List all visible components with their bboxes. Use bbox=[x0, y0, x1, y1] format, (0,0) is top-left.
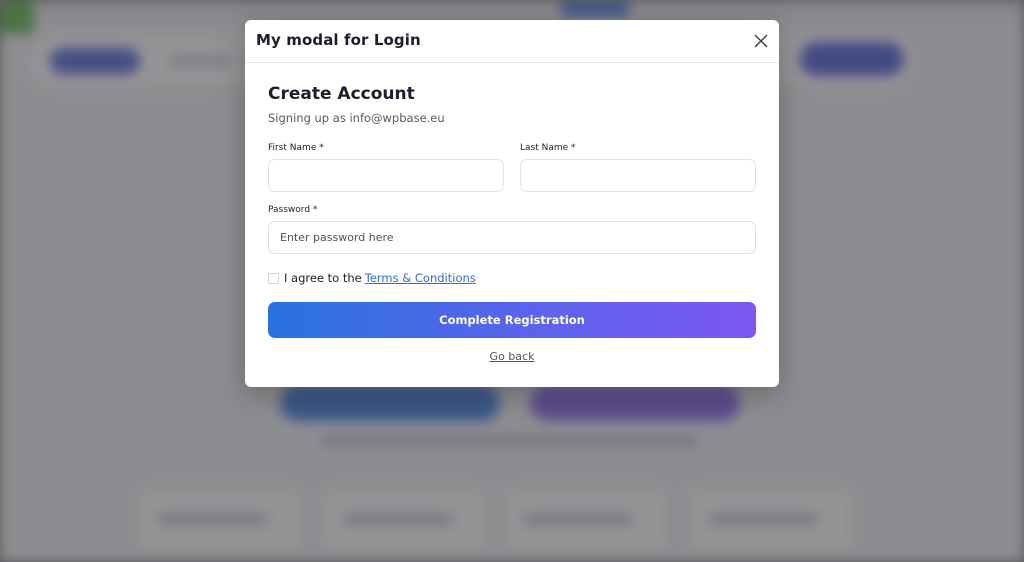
last-name-field: Last Name * bbox=[520, 142, 756, 192]
password-field: Password * bbox=[268, 204, 756, 254]
password-label: Password * bbox=[268, 205, 318, 215]
close-button[interactable] bbox=[751, 31, 771, 51]
terms-checkbox[interactable] bbox=[268, 272, 279, 284]
terms-agreement: I agree to the Terms & Conditions bbox=[268, 271, 756, 285]
name-row: First Name * Last Name * bbox=[268, 142, 756, 192]
go-back-link[interactable]: Go back bbox=[268, 350, 756, 363]
terms-link[interactable]: Terms & Conditions bbox=[365, 271, 476, 285]
last-name-input[interactable] bbox=[520, 159, 756, 192]
last-name-label: Last Name * bbox=[520, 143, 576, 153]
first-name-field: First Name * bbox=[268, 142, 504, 192]
login-modal: My modal for Login Create Account Signin… bbox=[245, 20, 779, 387]
agree-text: I agree to the bbox=[284, 271, 362, 285]
registration-form: Create Account Signing up as info@wpbase… bbox=[268, 82, 756, 363]
password-input[interactable] bbox=[268, 221, 756, 254]
password-row: Password * bbox=[268, 204, 756, 254]
complete-registration-button[interactable]: Complete Registration bbox=[268, 302, 756, 338]
form-heading: Create Account bbox=[268, 84, 415, 104]
first-name-input[interactable] bbox=[268, 159, 504, 192]
modal-header: My modal for Login bbox=[245, 20, 779, 63]
close-icon bbox=[754, 34, 768, 48]
form-subtitle: Signing up as info@wpbase.eu bbox=[268, 111, 445, 125]
modal-title: My modal for Login bbox=[256, 31, 421, 49]
first-name-label: First Name * bbox=[268, 143, 324, 153]
